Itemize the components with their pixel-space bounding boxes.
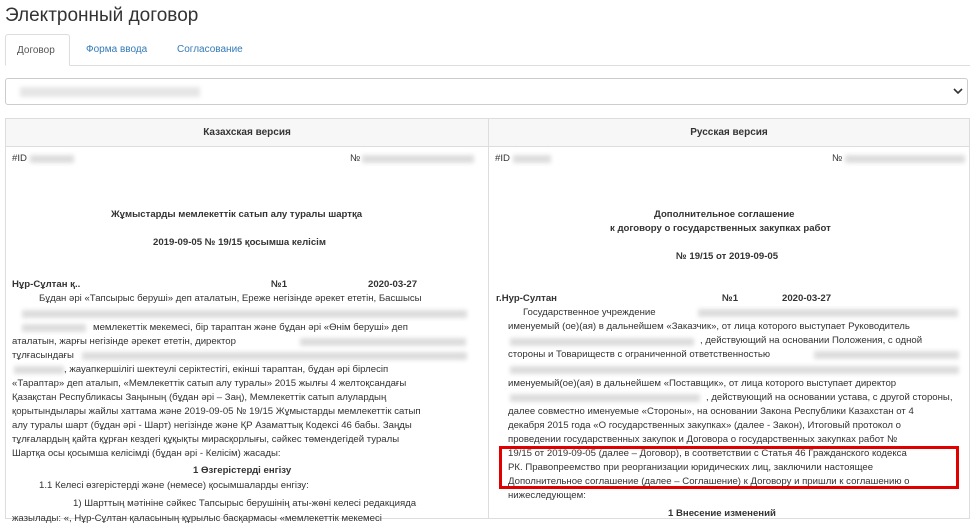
tab-approval[interactable]: Согласование <box>166 34 254 65</box>
left-line-12: Шартқа осы қосымша келісімді (бұдан әрі … <box>12 448 281 459</box>
left-redacted-2 <box>22 324 86 332</box>
page-title: Электронный договор <box>5 5 199 26</box>
right-title-1: Дополнительное соглашение <box>654 209 795 220</box>
right-date: 2020-03-27 <box>782 293 832 304</box>
left-line-11: тұлғалардың қайта құрған кездегі құқықты… <box>12 434 400 445</box>
right-line-1: Государственное учреждение <box>523 307 656 318</box>
right-redacted-2 <box>510 338 694 346</box>
kazakh-version-header: Казахская версия <box>6 119 488 147</box>
right-line-14: нижеследующем: <box>508 490 586 501</box>
left-line-3: мемлекеттік мекемесі, бір тараптан және … <box>93 322 408 333</box>
right-city: г.Нур-Султан <box>496 293 557 304</box>
left-num-label: № <box>350 153 361 164</box>
right-line-10: проведении государственных закупок и Дог… <box>508 434 898 445</box>
left-line-10: алу туралы шарт (бұдан әрі - Шарт) негіз… <box>12 420 412 431</box>
right-line-6: именуемый(ое)(ая) в дальнейшем «Поставщи… <box>508 378 897 389</box>
russian-version-header: Русская версия <box>489 119 969 147</box>
right-line-4: стороны и Товариществ с ограниченной отв… <box>508 349 771 360</box>
left-id-label: #ID <box>12 153 27 164</box>
chevron-down-icon[interactable] <box>952 85 964 97</box>
selected-value-redacted <box>20 87 200 97</box>
left-line-8: Қазақстан Республикасы Заңының (бұдан әр… <box>12 392 387 403</box>
right-line-8: далее совместно именуемые «Стороны», на … <box>508 406 914 417</box>
left-redacted-1 <box>22 310 467 318</box>
right-line-7: , действующий на основании устава, с дру… <box>706 392 953 403</box>
right-title-2: к договору о государственных закупках ра… <box>610 223 831 234</box>
right-title-3: № 19/15 от 2019-09-05 <box>676 251 779 262</box>
tab-contract[interactable]: Договор <box>5 34 70 66</box>
left-num-redacted <box>362 155 474 163</box>
left-redacted-4 <box>82 352 467 360</box>
left-title-1: Жұмыстарды мемлекеттік сатып алу туралы … <box>111 209 363 220</box>
left-clause-1: 1) Шарттың мәтініне сәйкес Тапсырыс беру… <box>73 498 417 509</box>
left-line-5: тұлғасындағы <box>12 350 74 361</box>
highlight-box <box>499 446 959 489</box>
left-line-7: «Тараптар» деп аталып, «Мемлекеттік саты… <box>12 378 407 389</box>
left-title-2: 2019-09-05 № 19/15 қосымша келісім <box>153 237 326 248</box>
right-id-redacted <box>513 155 551 163</box>
left-clause-1-1: 1.1 Келесі өзгерістерді және (немесе) қо… <box>39 480 309 491</box>
left-section-1: 1 Өзгерістерді енгізу <box>193 465 292 476</box>
right-redacted-4 <box>510 366 959 374</box>
left-line-6: , жауапкершілігі шектеулі серіктестігі, … <box>64 364 389 375</box>
right-number: №1 <box>722 293 739 304</box>
right-redacted-1 <box>698 309 958 317</box>
left-date: 2020-03-27 <box>368 279 418 290</box>
left-redacted-3 <box>300 338 466 346</box>
right-redacted-5 <box>510 394 700 402</box>
right-num-redacted <box>845 155 965 163</box>
right-line-3: , действующий на основании Положения, с … <box>700 335 923 346</box>
tab-bar: Договор Форма ввода Согласование <box>5 34 970 66</box>
right-num-label: № <box>832 153 843 164</box>
document-select[interactable] <box>5 78 968 105</box>
right-line-2: именуемый (ое)(ая) в дальнейшем «Заказчи… <box>508 321 910 332</box>
right-redacted-3 <box>814 351 959 359</box>
tab-input-form[interactable]: Форма ввода <box>75 34 158 65</box>
left-line-4: аталатын, жарғы негізінде әрекет ететін,… <box>12 336 236 347</box>
right-line-9: декабря 2015 года «О государственных зак… <box>508 420 901 431</box>
left-redacted-5 <box>14 366 64 374</box>
left-id-redacted <box>30 155 74 163</box>
left-number: №1 <box>271 279 288 290</box>
left-line-1: Бұдан әрі «Тапсырыс беруші» деп аталатын… <box>39 293 422 304</box>
left-line-9: қорытындылары жайлы хаттама және 2019-09… <box>12 406 421 417</box>
left-city: Нұр-Сұлтан қ.. <box>12 279 81 290</box>
right-id-label: #ID <box>495 153 510 164</box>
